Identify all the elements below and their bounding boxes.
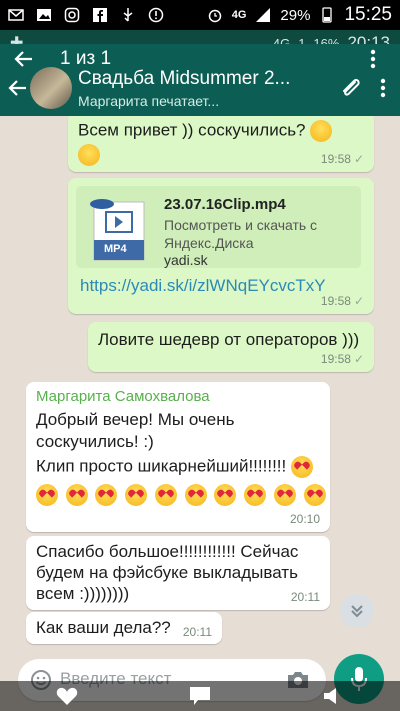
sent-check-icon: ✓ <box>353 352 364 366</box>
message-time: 20:11 <box>290 590 320 604</box>
image-icon <box>37 9 51 21</box>
comment-icon[interactable] <box>189 686 211 706</box>
clock: 15:25 <box>344 4 392 25</box>
message-outgoing[interactable]: Ловите шедевр от операторов ))) 19:58 ✓ <box>88 322 374 372</box>
tears-of-joy-emoji-icon <box>78 144 100 166</box>
group-avatar[interactable] <box>30 67 72 109</box>
message-text: Всем привет )) соскучились? <box>78 120 306 140</box>
message-time: 19:58 <box>320 352 351 366</box>
message-time: 19:58 <box>320 152 351 166</box>
battery-percent: 29% <box>280 6 311 24</box>
alert-icon <box>148 7 164 23</box>
message-text-line3: Клип просто шикарнейший!!!!!!!! <box>36 456 287 476</box>
heart-eyes-emoji-icon <box>303 484 326 506</box>
alarm-icon <box>208 9 221 23</box>
heart-eyes-emoji-icon <box>244 484 267 506</box>
chat-header-main[interactable]: Свадьба Midsummer 2... Маргарита печатае… <box>0 60 400 116</box>
message-text-line2: будем на фэйсбуке выкладывать <box>36 563 298 582</box>
heart-icon[interactable] <box>56 686 78 706</box>
heart-eyes-emoji-icon <box>154 484 177 506</box>
status-bar: 4G 29% 15:25 <box>0 0 400 30</box>
chat-title-block[interactable]: Свадьба Midsummer 2... Маргарита печатае… <box>78 68 340 109</box>
heart-eyes-emoji-icon <box>290 456 313 478</box>
message-time: 19:58 <box>320 294 351 308</box>
signal-icon <box>256 8 271 22</box>
message-text-line1: Добрый вечер! Мы очень <box>36 410 235 429</box>
typing-status: Маргарита печатает... <box>78 92 220 109</box>
attach-icon[interactable] <box>340 76 362 100</box>
back-arrow-icon[interactable] <box>8 78 28 98</box>
message-link[interactable]: https://yadi.sk/i/zlWNqEYcvcTxY <box>80 276 326 296</box>
mail-icon <box>8 9 24 21</box>
chat-header: 1 из 1 Свадьба Midsummer 2... Маргарита … <box>0 44 400 116</box>
message-text-line3: всем :)))))))) <box>36 584 130 603</box>
message-list[interactable]: Всем привет )) соскучились? 19:58 ✓ MP4 2… <box>0 116 400 656</box>
bottom-nav-bar <box>0 681 400 711</box>
facebook-icon <box>93 8 107 22</box>
emoji-row <box>36 484 329 506</box>
usb-icon <box>123 8 133 22</box>
file-description: Посмотреть и скачать с Яндекс.Диска <box>164 217 318 251</box>
sender-name: Маргарита Самохвалова <box>36 388 210 405</box>
heart-eyes-emoji-icon <box>36 484 58 506</box>
message-text: Как ваши дела?? <box>36 618 171 637</box>
heart-eyes-emoji-icon <box>273 484 296 506</box>
double-chevron-down-icon <box>351 605 363 618</box>
sent-check-icon: ✓ <box>353 152 364 166</box>
message-outgoing-file[interactable]: MP4 23.07.16Clip.mp4 Посмотреть и скачат… <box>68 178 374 314</box>
message-time: 20:11 <box>182 625 212 639</box>
sent-check-icon: ✓ <box>353 294 364 308</box>
message-text-line1: Спасибо большое!!!!!!!!!!!! Сейчас <box>36 542 299 561</box>
network-label: 4G <box>231 9 247 21</box>
mp4-badge: MP4 <box>104 243 127 255</box>
message-outgoing[interactable]: Всем привет )) соскучились? 19:58 ✓ <box>68 116 374 172</box>
message-incoming[interactable]: Как ваши дела?? 20:11 <box>26 612 222 644</box>
file-preview-card[interactable]: MP4 23.07.16Clip.mp4 Посмотреть и скачат… <box>76 186 361 268</box>
message-incoming[interactable]: Маргарита Самохвалова Добрый вечер! Мы о… <box>26 382 330 532</box>
heart-eyes-emoji-icon <box>125 484 148 506</box>
chat-title: Свадьба Midsummer 2... <box>78 67 291 89</box>
heart-eyes-emoji-icon <box>184 484 207 506</box>
heart-eyes-emoji-icon <box>95 484 118 506</box>
file-domain: yadi.sk <box>164 252 208 268</box>
message-incoming[interactable]: Спасибо большое!!!!!!!!!!!! Сейчас будем… <box>26 536 330 610</box>
battery-icon <box>322 7 333 23</box>
message-time: 20:10 <box>289 512 320 526</box>
scroll-down-button[interactable] <box>340 594 374 628</box>
file-name: 23.07.16Clip.mp4 <box>164 196 286 213</box>
wink-emoji-icon <box>310 120 333 142</box>
message-text-line2: соскучились! :) <box>36 432 154 451</box>
share-icon[interactable] <box>322 686 344 706</box>
message-text: Ловите шедевр от операторов ))) <box>98 330 360 349</box>
instagram-icon <box>64 7 80 23</box>
heart-eyes-emoji-icon <box>65 484 88 506</box>
heart-eyes-emoji-icon <box>214 484 237 506</box>
menu-icon[interactable] <box>380 78 386 98</box>
